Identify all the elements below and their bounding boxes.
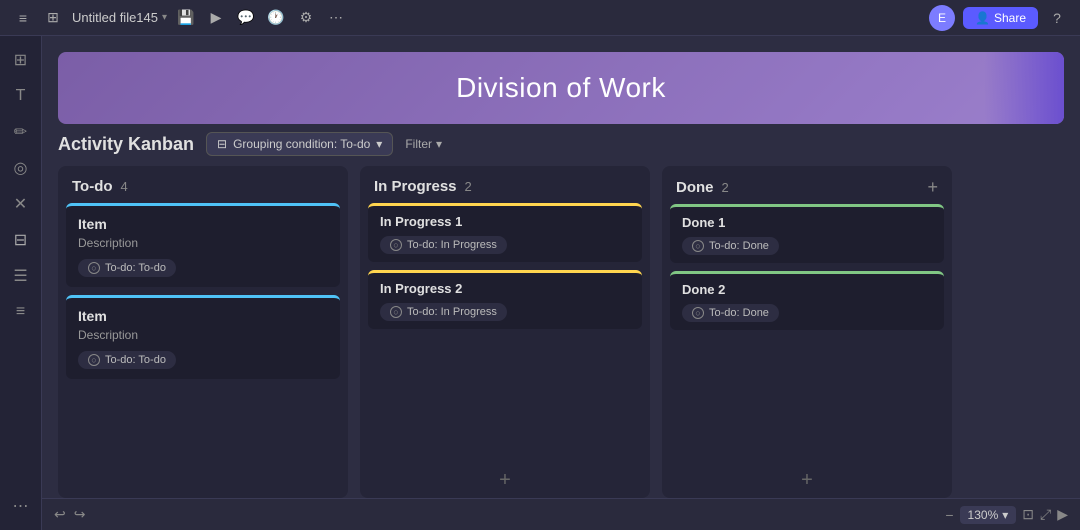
add-done-column-button[interactable]: + bbox=[927, 178, 938, 196]
column-in-progress: In Progress 2 In Progress 1 ○ To-do: In … bbox=[360, 166, 650, 498]
tag-icon-ip2: ○ bbox=[390, 306, 402, 318]
tag-icon: ○ bbox=[88, 262, 100, 274]
card-done-2-title: Done 2 bbox=[682, 282, 932, 297]
card-todo-2: Item Description ○ To-do: To-do bbox=[66, 295, 340, 379]
kanban-board: To-do 4 Item Description ○ To-do: To-do bbox=[58, 166, 1064, 498]
file-name-label: Untitled file145 bbox=[72, 10, 158, 25]
grid-icon[interactable]: ⊞ bbox=[42, 7, 64, 29]
card-todo-1-title: Item bbox=[78, 216, 328, 232]
filter-label: Filter bbox=[405, 137, 432, 151]
col-inprogress-cards: In Progress 1 ○ To-do: In Progress In Pr… bbox=[360, 203, 650, 463]
column-done: Done 2 + Done 1 ○ To-do: Done bbox=[662, 166, 952, 498]
main-layout: ⊞ T ✏ ◎ ✕ ⊟ ☰ ≡ ⋯ Division of Work Activ… bbox=[0, 36, 1080, 530]
toolbar-right: E 👤 Share ? bbox=[929, 5, 1068, 31]
zoom-level[interactable]: 130% ▾ bbox=[960, 506, 1017, 524]
save-icon[interactable]: 💾 bbox=[175, 7, 197, 29]
col-done-count: 2 bbox=[722, 180, 729, 195]
card-done-1: Done 1 ○ To-do: Done bbox=[670, 204, 944, 263]
card-done-1-title: Done 1 bbox=[682, 215, 932, 230]
more-icon[interactable]: ⋯ bbox=[325, 7, 347, 29]
col-done-cards: Done 1 ○ To-do: Done Done 2 ○ To-do: D bbox=[662, 204, 952, 463]
sidebar-grid-icon[interactable]: ⊞ bbox=[5, 44, 37, 76]
sidebar-table-icon[interactable]: ⊟ bbox=[5, 224, 37, 256]
kanban-title: Activity Kanban bbox=[58, 134, 194, 155]
share-settings-icon[interactable]: ⚙ bbox=[295, 7, 317, 29]
zoom-control: − 130% ▾ ⊡ ⤢ ▶ bbox=[945, 506, 1068, 524]
col-todo-count: 4 bbox=[121, 179, 128, 194]
zoom-out-icon[interactable]: − bbox=[945, 507, 953, 523]
sidebar-close-icon[interactable]: ✕ bbox=[5, 188, 37, 220]
sidebar-edit-icon[interactable]: ✏ bbox=[5, 116, 37, 148]
card-todo-1-desc: Description bbox=[78, 236, 328, 250]
card-done-1-tag: ○ To-do: Done bbox=[682, 237, 779, 255]
add-done-card-button[interactable]: + bbox=[801, 469, 813, 492]
play-icon[interactable]: ▶ bbox=[205, 7, 227, 29]
card-ip-2-title: In Progress 2 bbox=[380, 281, 630, 296]
comment-icon[interactable]: 💬 bbox=[235, 7, 257, 29]
card-done-2-tag: ○ To-do: Done bbox=[682, 304, 779, 322]
card-todo-2-tag: ○ To-do: To-do bbox=[78, 351, 176, 369]
menu-icon[interactable]: ≡ bbox=[12, 7, 34, 29]
card-todo-2-title: Item bbox=[78, 308, 328, 324]
grouping-icon: ⊟ bbox=[217, 137, 227, 151]
tag-icon-ip1: ○ bbox=[390, 239, 402, 251]
card-ip-1: In Progress 1 ○ To-do: In Progress bbox=[368, 203, 642, 262]
card-ip-2-tag: ○ To-do: In Progress bbox=[380, 303, 507, 321]
sidebar-list-icon[interactable]: ☰ bbox=[5, 260, 37, 292]
kanban-header: Activity Kanban ⊟ Grouping condition: To… bbox=[58, 132, 1064, 156]
zoom-fit-icon[interactable]: ⊡ bbox=[1022, 506, 1034, 523]
redo-icon[interactable]: ↪ bbox=[74, 506, 86, 523]
clock-icon[interactable]: 🕐 bbox=[265, 7, 287, 29]
toolbar: ≡ ⊞ Untitled file145 ▾ 💾 ▶ 💬 🕐 ⚙ ⋯ E 👤 S… bbox=[0, 0, 1080, 36]
share-icon: 👤 bbox=[975, 11, 990, 25]
col-inprogress-footer: + bbox=[360, 463, 650, 498]
sidebar-more-icon[interactable]: ⋯ bbox=[5, 490, 37, 522]
canvas: Division of Work Activity Kanban ⊟ Group… bbox=[42, 36, 1080, 530]
tag-icon-d1: ○ bbox=[692, 240, 704, 252]
card-todo-2-desc: Description bbox=[78, 328, 328, 342]
col-todo-header: To-do 4 bbox=[58, 166, 348, 203]
banner-title: Division of Work bbox=[456, 72, 666, 104]
col-done-header: Done 2 + bbox=[662, 166, 952, 204]
toolbar-left: ≡ ⊞ Untitled file145 ▾ 💾 ▶ 💬 🕐 ⚙ ⋯ bbox=[12, 7, 921, 29]
add-inprogress-card-button[interactable]: + bbox=[499, 469, 511, 492]
sidebar: ⊞ T ✏ ◎ ✕ ⊟ ☰ ≡ ⋯ bbox=[0, 36, 42, 530]
card-done-2: Done 2 ○ To-do: Done bbox=[670, 271, 944, 330]
col-inprogress-header: In Progress 2 bbox=[360, 166, 650, 203]
share-button[interactable]: 👤 Share bbox=[963, 7, 1038, 29]
grouping-label: Grouping condition: To-do bbox=[233, 137, 370, 151]
kanban-container: Activity Kanban ⊟ Grouping condition: To… bbox=[42, 132, 1080, 498]
zoom-chevron: ▾ bbox=[1002, 508, 1008, 522]
col-todo-cards: Item Description ○ To-do: To-do Item Des… bbox=[58, 203, 348, 498]
sidebar-shapes-icon[interactable]: ◎ bbox=[5, 152, 37, 184]
banner: Division of Work bbox=[58, 52, 1064, 124]
card-ip-2: In Progress 2 ○ To-do: In Progress bbox=[368, 270, 642, 329]
run-icon[interactable]: ▶ bbox=[1057, 506, 1068, 523]
file-name-chevron[interactable]: ▾ bbox=[162, 12, 167, 23]
card-ip-1-tag: ○ To-do: In Progress bbox=[380, 236, 507, 254]
tag-icon-2: ○ bbox=[88, 354, 100, 366]
bottom-bar: ↩ ↪ − 130% ▾ ⊡ ⤢ ▶ bbox=[42, 498, 1080, 530]
undo-icon[interactable]: ↩ bbox=[54, 506, 66, 523]
col-inprogress-count: 2 bbox=[465, 179, 472, 194]
grouping-chevron: ▾ bbox=[376, 137, 382, 151]
file-name-container: Untitled file145 ▾ bbox=[72, 10, 167, 25]
avatar: E bbox=[929, 5, 955, 31]
column-todo: To-do 4 Item Description ○ To-do: To-do bbox=[58, 166, 348, 498]
grouping-button[interactable]: ⊟ Grouping condition: To-do ▾ bbox=[206, 132, 393, 156]
card-todo-1-tag: ○ To-do: To-do bbox=[78, 259, 176, 277]
help-icon[interactable]: ? bbox=[1046, 7, 1068, 29]
sidebar-text-icon[interactable]: T bbox=[5, 80, 37, 112]
col-inprogress-title: In Progress bbox=[374, 178, 457, 195]
card-todo-1: Item Description ○ To-do: To-do bbox=[66, 203, 340, 287]
filter-button[interactable]: Filter ▾ bbox=[405, 137, 442, 151]
fullscreen-icon[interactable]: ⤢ bbox=[1040, 506, 1051, 523]
col-done-footer: + bbox=[662, 463, 952, 498]
col-done-title: Done bbox=[676, 179, 714, 196]
sidebar-list2-icon[interactable]: ≡ bbox=[5, 296, 37, 328]
tag-icon-d2: ○ bbox=[692, 307, 704, 319]
filter-chevron: ▾ bbox=[436, 137, 442, 151]
col-todo-title: To-do bbox=[72, 178, 113, 195]
card-ip-1-title: In Progress 1 bbox=[380, 214, 630, 229]
